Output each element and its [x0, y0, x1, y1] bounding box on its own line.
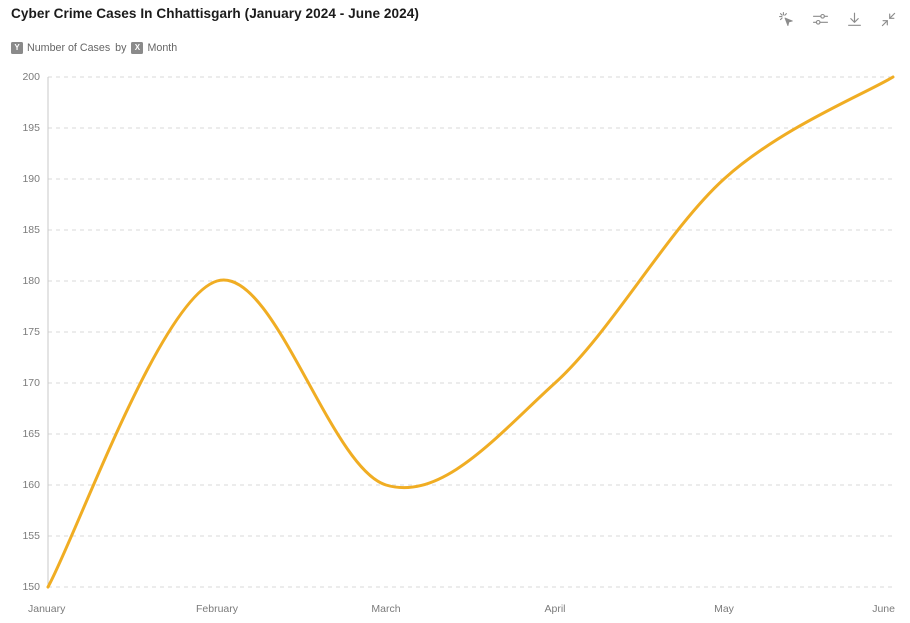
x-axis-tick-label: June — [872, 603, 895, 615]
y-axis-tick-label: 150 — [22, 581, 40, 593]
y-axis-tick-label: 175 — [22, 326, 40, 338]
filter-button[interactable] — [810, 9, 830, 29]
chart-canvas[interactable] — [0, 64, 910, 623]
y-axis-tick-label: 180 — [22, 275, 40, 287]
x-axis-tick-label: February — [195, 603, 239, 615]
gridlines — [48, 76, 893, 588]
subtitle-measure-label: Number of Cases — [27, 42, 111, 54]
download-button[interactable] — [844, 9, 864, 29]
y-axis-tick-label: 170 — [22, 377, 40, 389]
chart-toolbar — [776, 9, 898, 29]
x-axis-tick-label: May — [714, 603, 734, 615]
y-axis-tick-label: 200 — [22, 71, 40, 83]
x-axis-badge-icon: X — [131, 42, 144, 54]
subtitle-dimension-label: Month — [147, 42, 178, 54]
collapse-icon — [880, 11, 897, 28]
y-axis-tick-label: 160 — [22, 479, 40, 491]
download-icon — [846, 11, 863, 28]
collapse-button[interactable] — [878, 9, 898, 29]
subtitle-connector-label: by — [115, 42, 127, 54]
y-axis-tick-label: 190 — [22, 173, 40, 185]
interact-icon — [778, 11, 795, 28]
y-axis-tick-label: 185 — [22, 224, 40, 236]
data-series-line — [46, 75, 895, 589]
interact-button[interactable] — [776, 9, 796, 29]
x-axis-tick-label: March — [371, 603, 401, 615]
y-axis-tick-label: 165 — [22, 428, 40, 440]
y-axis-badge-icon: Y — [11, 42, 23, 54]
x-axis-tick-label: April — [544, 603, 566, 615]
x-axis-tick-label: January — [28, 603, 66, 615]
page-title: Cyber Crime Cases In Chhattisgarh (Janua… — [11, 6, 419, 21]
series-number-of-cases — [46, 75, 895, 589]
y-axis-tick-label: 195 — [22, 122, 40, 134]
chart-header: Cyber Crime Cases In Chhattisgarh (Janua… — [0, 0, 910, 64]
y-axis-tick-label: 155 — [22, 530, 40, 542]
chart-plot-area: 150 155 160 165 170 175 180 185 190 195 200 Januar… — [0, 64, 910, 623]
chart-subtitle: Y Number of Cases by X Month — [11, 42, 182, 54]
filter-icon — [812, 11, 829, 28]
